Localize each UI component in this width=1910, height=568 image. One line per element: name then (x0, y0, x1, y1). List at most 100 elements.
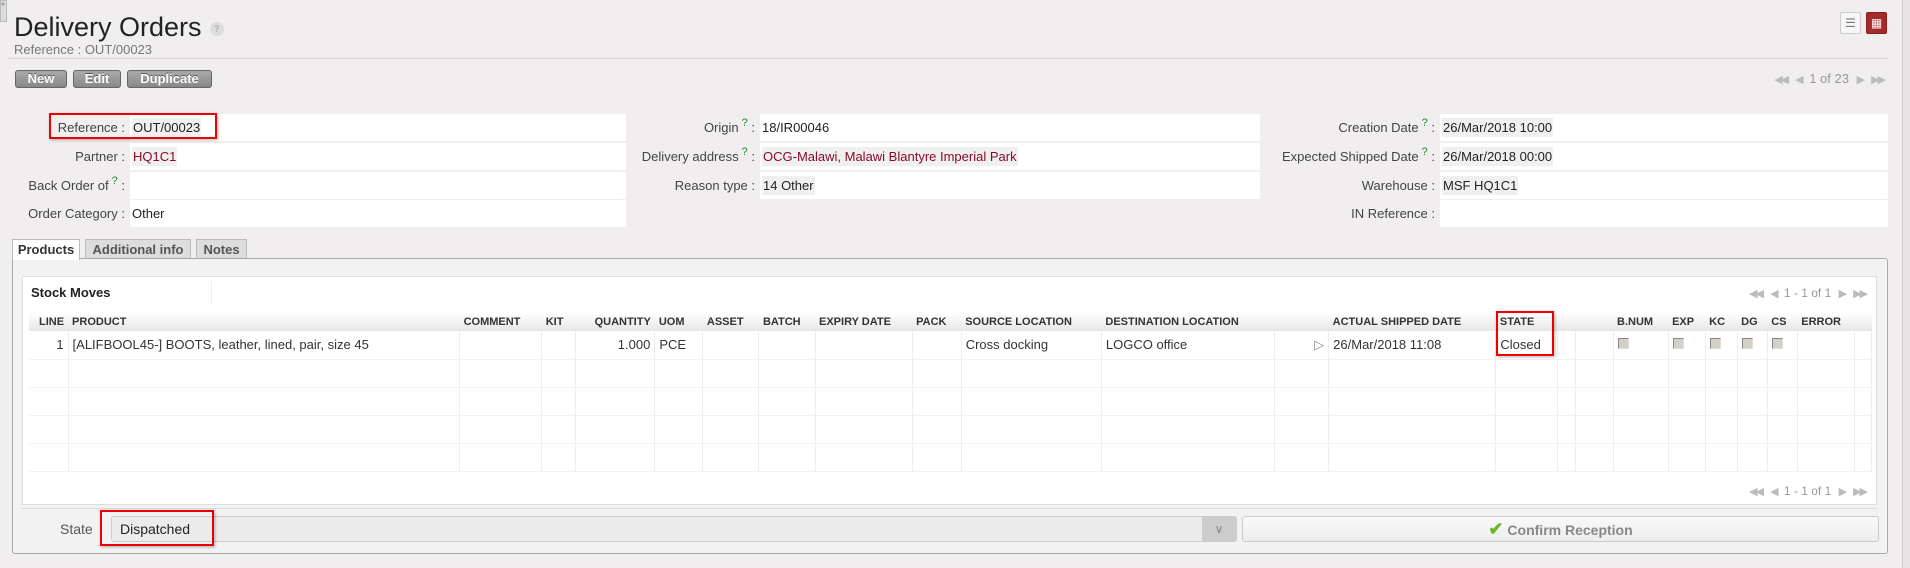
kc-checkbox[interactable] (1709, 338, 1721, 350)
col-expiry-date[interactable]: EXPIRY DATE (815, 313, 913, 331)
first-icon[interactable]: ◀◀ (1774, 74, 1789, 86)
duplicate-button[interactable]: Duplicate (127, 70, 212, 88)
tab-additional-info[interactable]: Additional info (85, 239, 191, 259)
partner-label: Partner : (75, 149, 125, 164)
delivery-address-label: Delivery address? : (600, 143, 755, 170)
col-uom[interactable]: UOM (654, 313, 703, 331)
empty-cell (815, 415, 913, 444)
empty-cell (1854, 359, 1873, 388)
origin-field[interactable]: 18/IR00046 (760, 114, 1260, 141)
empty-cell (1557, 443, 1577, 472)
col-batch[interactable]: BATCH (758, 313, 815, 331)
origin-text: Origin (703, 120, 739, 135)
col-comment[interactable]: COMMENT (459, 313, 542, 331)
help-icon[interactable]: ? (209, 21, 224, 36)
col-asset[interactable]: ASSET (702, 313, 759, 331)
order-category-field[interactable]: Other (130, 200, 626, 227)
col-pack[interactable]: PACK (912, 313, 962, 331)
help-icon[interactable]: ? (742, 117, 748, 129)
col-error[interactable]: ERROR (1797, 313, 1855, 331)
form-view-button[interactable]: ▦ (1866, 12, 1887, 34)
next-icon[interactable]: ▶ (1839, 486, 1848, 498)
empty-cell (1705, 443, 1738, 472)
empty-cell (1668, 359, 1706, 388)
sidebar-toggle[interactable]: » (0, 0, 7, 22)
line-cell: 1 (29, 331, 69, 360)
col-kit[interactable]: KIT (541, 313, 576, 331)
play-icon[interactable]: ▷ (1314, 337, 1324, 352)
col-blank (1854, 313, 1872, 331)
table-row[interactable]: 1 [ALIFBOOL45-] BOOTS, leather, lined, p… (29, 331, 1873, 360)
partner-link[interactable]: HQ1C1 (132, 147, 178, 166)
col-dg[interactable]: DG (1737, 313, 1768, 331)
exp-checkbox[interactable] (1672, 338, 1684, 350)
edit-button[interactable]: Edit (73, 70, 121, 88)
col-bnum[interactable]: B.NUM (1613, 313, 1669, 331)
tab-notes[interactable]: Notes (196, 239, 247, 259)
delivery-address-field[interactable]: OCG-Malawi, Malawi Blantyre Imperial Par… (760, 143, 1260, 170)
prev-icon[interactable]: ◀ (1770, 486, 1779, 498)
first-icon[interactable]: ◀◀ (1749, 288, 1764, 300)
partner-field[interactable]: HQ1C1 (130, 143, 626, 170)
new-button[interactable]: New (15, 70, 67, 88)
empty-cell (575, 387, 656, 416)
empty-cell (912, 443, 962, 472)
last-icon[interactable]: ▶▶ (1853, 288, 1868, 300)
next-icon[interactable]: ▶ (1839, 288, 1848, 300)
bnum-cell (1613, 331, 1669, 360)
help-icon[interactable]: ? (1422, 117, 1428, 129)
empty-cell (1575, 415, 1614, 444)
empty-cell (1328, 443, 1497, 472)
tab-products[interactable]: Products (12, 239, 80, 260)
expected-shipped-date-field[interactable]: 26/Mar/2018 00:00 (1440, 143, 1888, 170)
col-cs[interactable]: CS (1767, 313, 1798, 331)
empty-cell (1557, 415, 1577, 444)
empty-cell (1797, 359, 1855, 388)
in-reference-field[interactable] (1440, 200, 1888, 227)
col-source-location[interactable]: SOURCE LOCATION (961, 313, 1102, 331)
last-icon[interactable]: ▶▶ (1871, 74, 1886, 86)
col-blank (1575, 313, 1614, 331)
state-select[interactable]: Dispatched ∨ (111, 516, 1237, 542)
help-icon[interactable]: ? (742, 146, 748, 158)
creation-date-label: Creation Date? : (1240, 114, 1435, 141)
empty-cell (1613, 443, 1669, 472)
chevron-down-icon[interactable]: ∨ (1202, 517, 1236, 541)
col-kc[interactable]: KC (1705, 313, 1738, 331)
reference-field[interactable]: OUT/00023 (130, 114, 626, 141)
creation-date-field[interactable]: 26/Mar/2018 10:00 (1440, 114, 1888, 141)
bnum-checkbox[interactable] (1617, 338, 1629, 350)
cs-checkbox[interactable] (1771, 338, 1783, 350)
col-quantity[interactable]: QUANTITY (575, 313, 655, 331)
next-icon[interactable]: ▶ (1857, 74, 1866, 86)
col-state[interactable]: STATE (1495, 313, 1558, 331)
help-icon[interactable]: ? (1422, 146, 1428, 158)
col-actual-shipped-date[interactable]: ACTUAL SHIPPED DATE (1328, 313, 1496, 331)
confirm-reception-button[interactable]: ✔ Confirm Reception (1242, 516, 1879, 542)
warehouse-field[interactable]: MSF HQ1C1 (1440, 172, 1888, 199)
col-product[interactable]: PRODUCT (68, 313, 460, 331)
prev-icon[interactable]: ◀ (1795, 74, 1804, 86)
expected-shipped-date-value: 26/Mar/2018 00:00 (1442, 147, 1554, 166)
empty-cell (459, 415, 543, 444)
first-icon[interactable]: ◀◀ (1749, 486, 1764, 498)
col-exp[interactable]: EXP (1668, 313, 1706, 331)
cs-cell (1767, 331, 1798, 360)
empty-cell (815, 387, 913, 416)
last-icon[interactable]: ▶▶ (1853, 486, 1868, 498)
prev-icon[interactable]: ◀ (1770, 288, 1779, 300)
kit-cell (541, 331, 577, 360)
help-icon[interactable]: ? (112, 175, 118, 187)
list-view-button[interactable]: ☰ (1840, 12, 1861, 34)
empty-cell (815, 443, 913, 472)
order-category-label: Order Category : (28, 206, 125, 221)
play-cell: ▷ (1274, 331, 1330, 360)
dg-checkbox[interactable] (1741, 338, 1753, 350)
delivery-address-link[interactable]: OCG-Malawi, Malawi Blantyre Imperial Par… (762, 147, 1018, 166)
col-destination-location[interactable]: DESTINATION LOCATION (1101, 313, 1275, 331)
reason-type-field[interactable]: 14 Other (760, 172, 1260, 199)
back-order-field[interactable] (130, 172, 626, 199)
kc-cell (1705, 331, 1738, 360)
col-line[interactable]: LINE (29, 313, 69, 331)
empty-row (29, 387, 1873, 416)
